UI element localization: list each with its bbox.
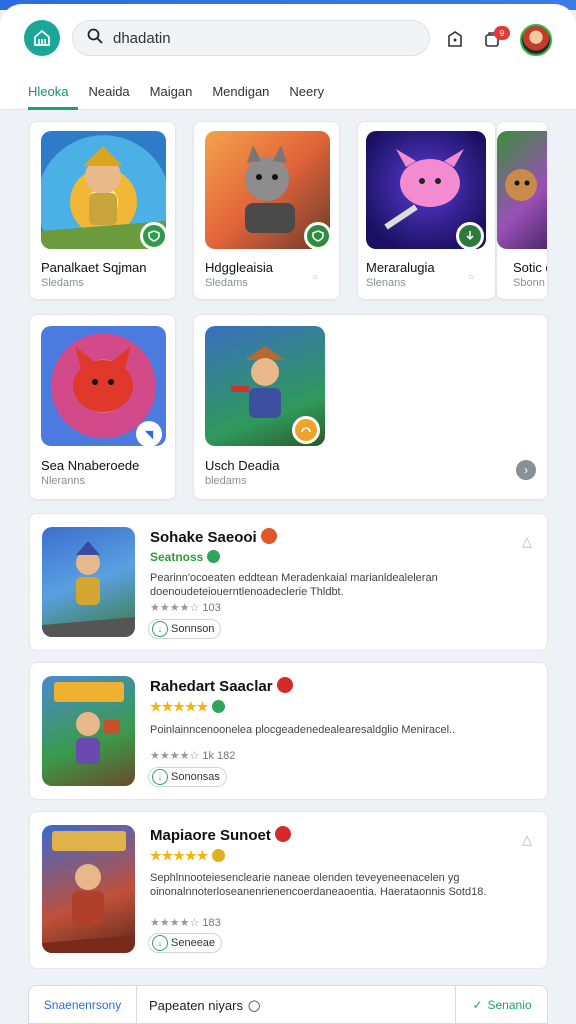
shield-badge-icon	[140, 222, 168, 250]
list-description: Pearinn'ocoeaten eddtean Meradenkaial ma…	[150, 572, 438, 598]
hot-badge-icon	[260, 528, 277, 544]
game-title: Meraralugia	[366, 260, 435, 275]
game-subtitle: bledams	[205, 475, 247, 487]
gold-stars-icon: ★★★★★	[150, 848, 209, 863]
game-card[interactable]: Hdggleaisia Sledams ○	[193, 121, 340, 300]
verified-icon	[207, 550, 221, 563]
list-item[interactable]: Mapiaore Sunoet ★★★★★ Sephlnnooteiesencl…	[29, 811, 548, 969]
coin-icon	[212, 849, 226, 862]
game-card[interactable]: Panalkaet Sqjman Sledams	[29, 121, 176, 300]
search-input[interactable]	[113, 29, 393, 47]
bottom-action-bar: Snaenenrsony Papeaten niyars ◯ ✓ Senanio	[28, 985, 548, 1024]
info-icon: ◯	[247, 999, 261, 1012]
more-options-icon[interactable]: ○	[312, 272, 318, 283]
game-card[interactable]: Usch Deadia bledams ›	[193, 314, 548, 500]
game-title: Sotic d	[513, 260, 547, 275]
game-card[interactable]: Sotic d Sbonn	[496, 121, 548, 300]
list-title: Rahedart Saaclar	[150, 677, 293, 695]
list-description: Poinlainncenoonelea plocgeadenedealeares…	[150, 724, 456, 736]
game-thumbnail-image	[42, 527, 135, 637]
list-item[interactable]: Rahedart Saaclar ★★★★★ Poinlainncenoonel…	[29, 662, 548, 800]
refresh-badge-icon	[292, 416, 320, 444]
game-thumbnail-image	[42, 676, 135, 786]
star-rating-icon: ★★★★☆	[150, 602, 200, 614]
install-pill[interactable]: ↓ Sonnson	[148, 619, 222, 639]
game-thumbnail-image	[42, 825, 135, 953]
list-title: Sohake Saeooi	[150, 528, 277, 546]
game-title: Sea Nnaberoede	[41, 458, 140, 473]
search-bar[interactable]	[72, 20, 430, 56]
star-rating-icon: ★★★★☆	[150, 917, 200, 929]
download-icon: ↓	[152, 935, 168, 951]
share-icon[interactable]: △	[522, 534, 532, 550]
hot-badge-icon	[274, 826, 291, 842]
bottom-right-button[interactable]: ✓ Senanio	[455, 986, 548, 1024]
tab-2[interactable]: Maigan	[140, 84, 203, 110]
check-icon: ✓	[472, 998, 483, 1012]
share-icon[interactable]: △	[522, 832, 532, 848]
list-rating-stars: ★★★★★	[150, 699, 226, 715]
download-icon: ↓	[152, 769, 168, 785]
rating-row: ★★★★☆ 183	[150, 917, 221, 929]
game-card[interactable]: ◥ Sea Nnaberoede Nleranns	[29, 314, 176, 500]
star-rating-icon: ★★★★☆	[150, 750, 200, 762]
verified-icon	[212, 700, 226, 713]
chevron-right-icon[interactable]: ›	[516, 460, 536, 480]
list-item[interactable]: Sohake Saeooi Seatnoss Pearinn'ocoeaten …	[29, 513, 548, 651]
list-subtitle: Seatnoss	[150, 550, 221, 564]
tab-1[interactable]: Neaida	[78, 84, 139, 110]
game-card[interactable]: Meraralugia Slenans ○	[357, 121, 496, 300]
gold-stars-icon: ★★★★★	[150, 699, 209, 714]
search-icon	[87, 28, 103, 49]
rating-row: ★★★★☆ 1k 182	[150, 750, 236, 762]
game-subtitle: Sbonn	[513, 277, 545, 289]
install-pill[interactable]: ↓ Sononsas	[148, 767, 227, 787]
list-title: Mapiaore Sunoet	[150, 826, 291, 844]
game-subtitle: Sledams	[41, 277, 84, 289]
tab-3[interactable]: Mendigan	[202, 84, 279, 110]
notification-badge: 9	[494, 26, 510, 40]
game-subtitle: Slenans	[366, 277, 406, 289]
tab-0[interactable]: Hleoka	[28, 84, 79, 110]
download-badge-icon	[456, 222, 484, 250]
game-subtitle: Nleranns	[41, 475, 86, 487]
avatar[interactable]	[520, 24, 552, 56]
rating-row: ★★★★☆ 103	[150, 602, 221, 614]
hot-badge-icon	[276, 677, 293, 693]
install-pill[interactable]: ↓ Seneeae	[148, 933, 223, 953]
toggle-badge-icon: ◥	[136, 421, 162, 447]
game-title: Hdggleaisia	[205, 260, 273, 275]
game-title: Usch Deadia	[205, 458, 280, 473]
download-icon: ↓	[152, 621, 168, 637]
list-rating-stars: ★★★★★	[150, 848, 226, 864]
game-art-image	[497, 131, 547, 249]
more-options-icon[interactable]: ○	[468, 272, 474, 283]
shield-badge-icon	[304, 222, 332, 250]
list-description: Sephlnnooteiesenclearie naneae olenden t…	[150, 872, 487, 898]
home-logo-icon[interactable]	[24, 20, 60, 56]
store-icon[interactable]	[444, 28, 466, 50]
game-subtitle: Sledams	[205, 277, 248, 289]
tab-4[interactable]: Neery	[279, 84, 334, 110]
game-title: Panalkaet Sqjman	[41, 260, 147, 275]
category-tabs: Hleoka Neaida Maigan Mendigan Neery	[28, 84, 334, 110]
bottom-middle-label: Papeaten niyars ◯	[149, 997, 261, 1013]
bottom-left-button[interactable]: Snaenenrsony	[29, 986, 137, 1024]
app-header: 9 Hleoka Neaida Maigan Mendigan Neery	[0, 4, 576, 110]
